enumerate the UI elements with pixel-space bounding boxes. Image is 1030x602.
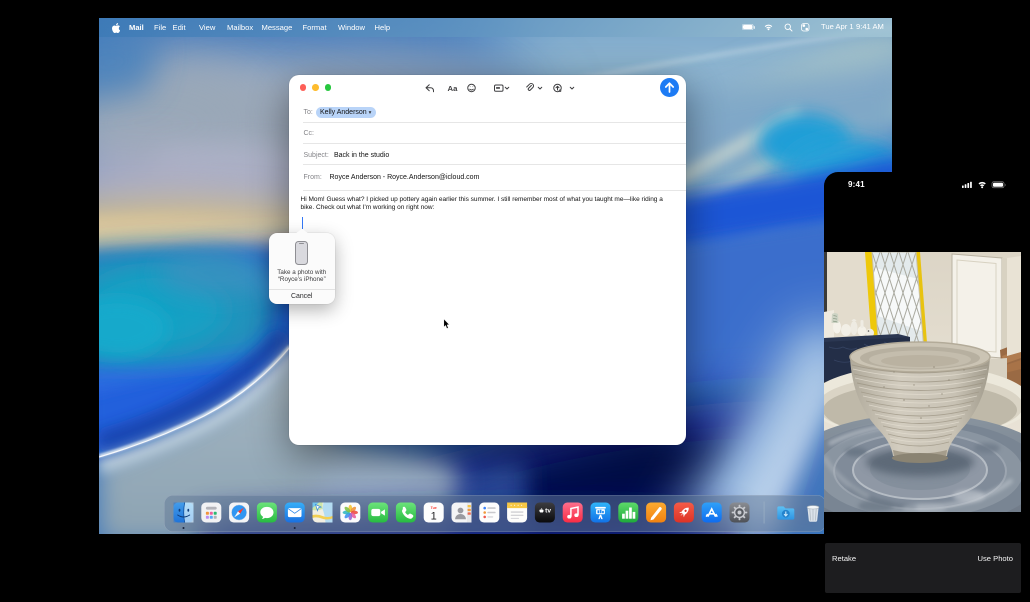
svg-text:Aa: Aa <box>448 83 459 92</box>
svg-text:1: 1 <box>430 510 436 522</box>
svg-text:Tue: Tue <box>430 506 436 510</box>
svg-text:tv: tv <box>545 508 551 515</box>
